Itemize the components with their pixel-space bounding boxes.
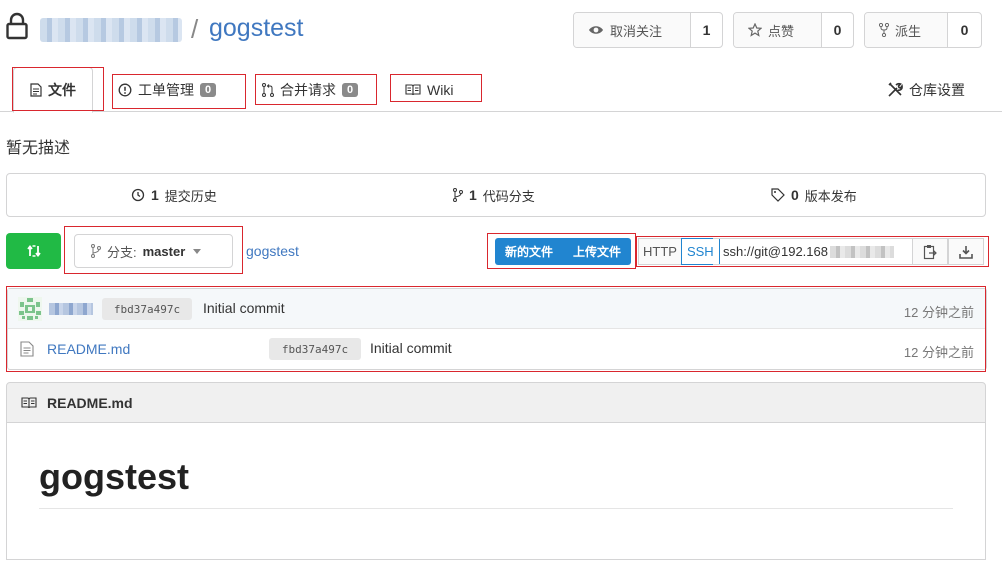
- commits-stat-link[interactable]: 1 提交历史: [131, 174, 217, 216]
- tab-files-label: 文件: [48, 82, 76, 98]
- download-icon: [959, 245, 973, 259]
- compare-button[interactable]: [6, 233, 61, 269]
- branches-stat-link[interactable]: 1 代码分支: [453, 174, 535, 216]
- tab-settings-label: 仓库设置: [909, 81, 965, 98]
- book-icon: [405, 83, 421, 96]
- branches-label: 代码分支: [482, 188, 535, 204]
- http-protocol-button[interactable]: HTTP: [638, 238, 681, 265]
- branch-icon: [453, 188, 463, 202]
- readme-header: README.md: [6, 382, 986, 423]
- commit-sha-badge[interactable]: fbd37a497c: [102, 298, 192, 320]
- latest-commit-row: fbd37a497c Initial commit 12 分钟之前: [8, 289, 986, 329]
- fork-icon: [879, 23, 889, 37]
- tab-issues[interactable]: 工单管理 0: [118, 67, 217, 112]
- watch-count[interactable]: 1: [691, 13, 722, 47]
- avatar[interactable]: [18, 297, 42, 321]
- table-row[interactable]: README.md fbd37a497c Initial commit 12 分…: [8, 329, 986, 369]
- commits-count: 1: [151, 187, 159, 203]
- repo-tab-bar: 文件 工单管理 0 合并请求 0 Wiki 仓库设置: [0, 67, 1002, 113]
- readme-filename: README.md: [47, 394, 133, 411]
- copy-url-button[interactable]: [912, 238, 948, 265]
- star-icon: [748, 23, 762, 37]
- tab-issues-label: 工单管理: [138, 81, 194, 98]
- branch-icon: [91, 244, 101, 258]
- issues-count-badge: 0: [200, 82, 217, 97]
- pull-requests-count-badge: 0: [342, 82, 359, 97]
- commit-time: 12 分钟之前: [903, 305, 974, 320]
- tab-settings[interactable]: 仓库设置: [887, 67, 965, 112]
- download-button[interactable]: [948, 238, 984, 265]
- repo-stats-bar: 1 提交历史 1 代码分支 0 版本发布: [6, 173, 986, 217]
- branches-count: 1: [469, 187, 477, 203]
- tab-wiki-label: Wiki: [427, 81, 454, 98]
- clone-url-field[interactable]: ssh://git@192.168: [713, 238, 913, 265]
- releases-label: 版本发布: [804, 188, 857, 204]
- readme-heading: gogstest: [39, 456, 190, 497]
- eye-icon: [588, 24, 604, 36]
- branch-selector[interactable]: 分支: master: [74, 234, 233, 268]
- commit-author-blurred[interactable]: [49, 303, 93, 315]
- tab-wiki[interactable]: Wiki: [405, 67, 453, 112]
- tab-pull-requests[interactable]: 合并请求 0: [262, 67, 359, 112]
- issue-icon: [118, 83, 132, 97]
- fork-label: 派生: [895, 23, 922, 39]
- clone-url-text: ssh://git@192.168: [723, 244, 828, 259]
- pull-request-icon: [262, 82, 274, 97]
- file-commit-message[interactable]: Initial commit: [370, 340, 452, 356]
- clone-protocol-toggle: HTTP SSH: [638, 238, 720, 265]
- file-actions-button-group: 新的文件 上传文件: [495, 238, 631, 265]
- lock-icon: [6, 12, 28, 40]
- path-separator: /: [191, 14, 199, 44]
- compare-icon: [26, 243, 42, 259]
- file-icon: [20, 341, 34, 357]
- caret-down-icon: [193, 248, 202, 254]
- owner-name-blurred[interactable]: [40, 18, 182, 42]
- tab-pull-requests-label: 合并请求: [280, 81, 336, 98]
- releases-count: 0: [791, 187, 799, 203]
- tools-icon: [887, 81, 903, 98]
- repo-name-link[interactable]: gogstest: [209, 14, 304, 43]
- unwatch-button[interactable]: 取消关注 1: [573, 12, 723, 48]
- star-label: 点赞: [768, 23, 795, 39]
- readme-content: gogstest: [6, 422, 986, 560]
- upload-file-button[interactable]: 上传文件: [563, 243, 631, 260]
- repo-description: 暂无描述: [6, 140, 71, 157]
- history-icon: [131, 188, 145, 202]
- star-button[interactable]: 点赞 0: [733, 12, 854, 48]
- fork-count[interactable]: 0: [948, 13, 981, 47]
- file-text-icon: [30, 83, 42, 97]
- file-commit-sha-badge[interactable]: fbd37a497c: [269, 338, 361, 360]
- branch-prefix: 分支:: [107, 244, 137, 260]
- fork-button[interactable]: 派生 0: [864, 12, 982, 48]
- clone-url-blurred: [829, 245, 894, 258]
- file-name-link[interactable]: README.md: [47, 341, 130, 357]
- new-file-button[interactable]: 新的文件: [495, 243, 563, 260]
- tag-icon: [771, 188, 785, 202]
- branch-name: master: [142, 243, 186, 259]
- commit-message: Initial commit: [203, 300, 285, 316]
- star-count[interactable]: 0: [822, 13, 853, 47]
- commits-label: 提交历史: [164, 188, 217, 204]
- file-commit-time: 12 分钟之前: [903, 345, 974, 360]
- releases-stat-link[interactable]: 0 版本发布: [771, 174, 857, 216]
- unwatch-label: 取消关注: [610, 23, 663, 39]
- tab-files[interactable]: 文件: [13, 67, 93, 113]
- heading-divider: [39, 508, 953, 509]
- book-icon: [21, 396, 37, 409]
- breadcrumb-repo-link[interactable]: gogstest: [246, 243, 299, 259]
- clipboard-icon: [923, 244, 937, 260]
- file-list-table: fbd37a497c Initial commit 12 分钟之前 README…: [7, 288, 987, 370]
